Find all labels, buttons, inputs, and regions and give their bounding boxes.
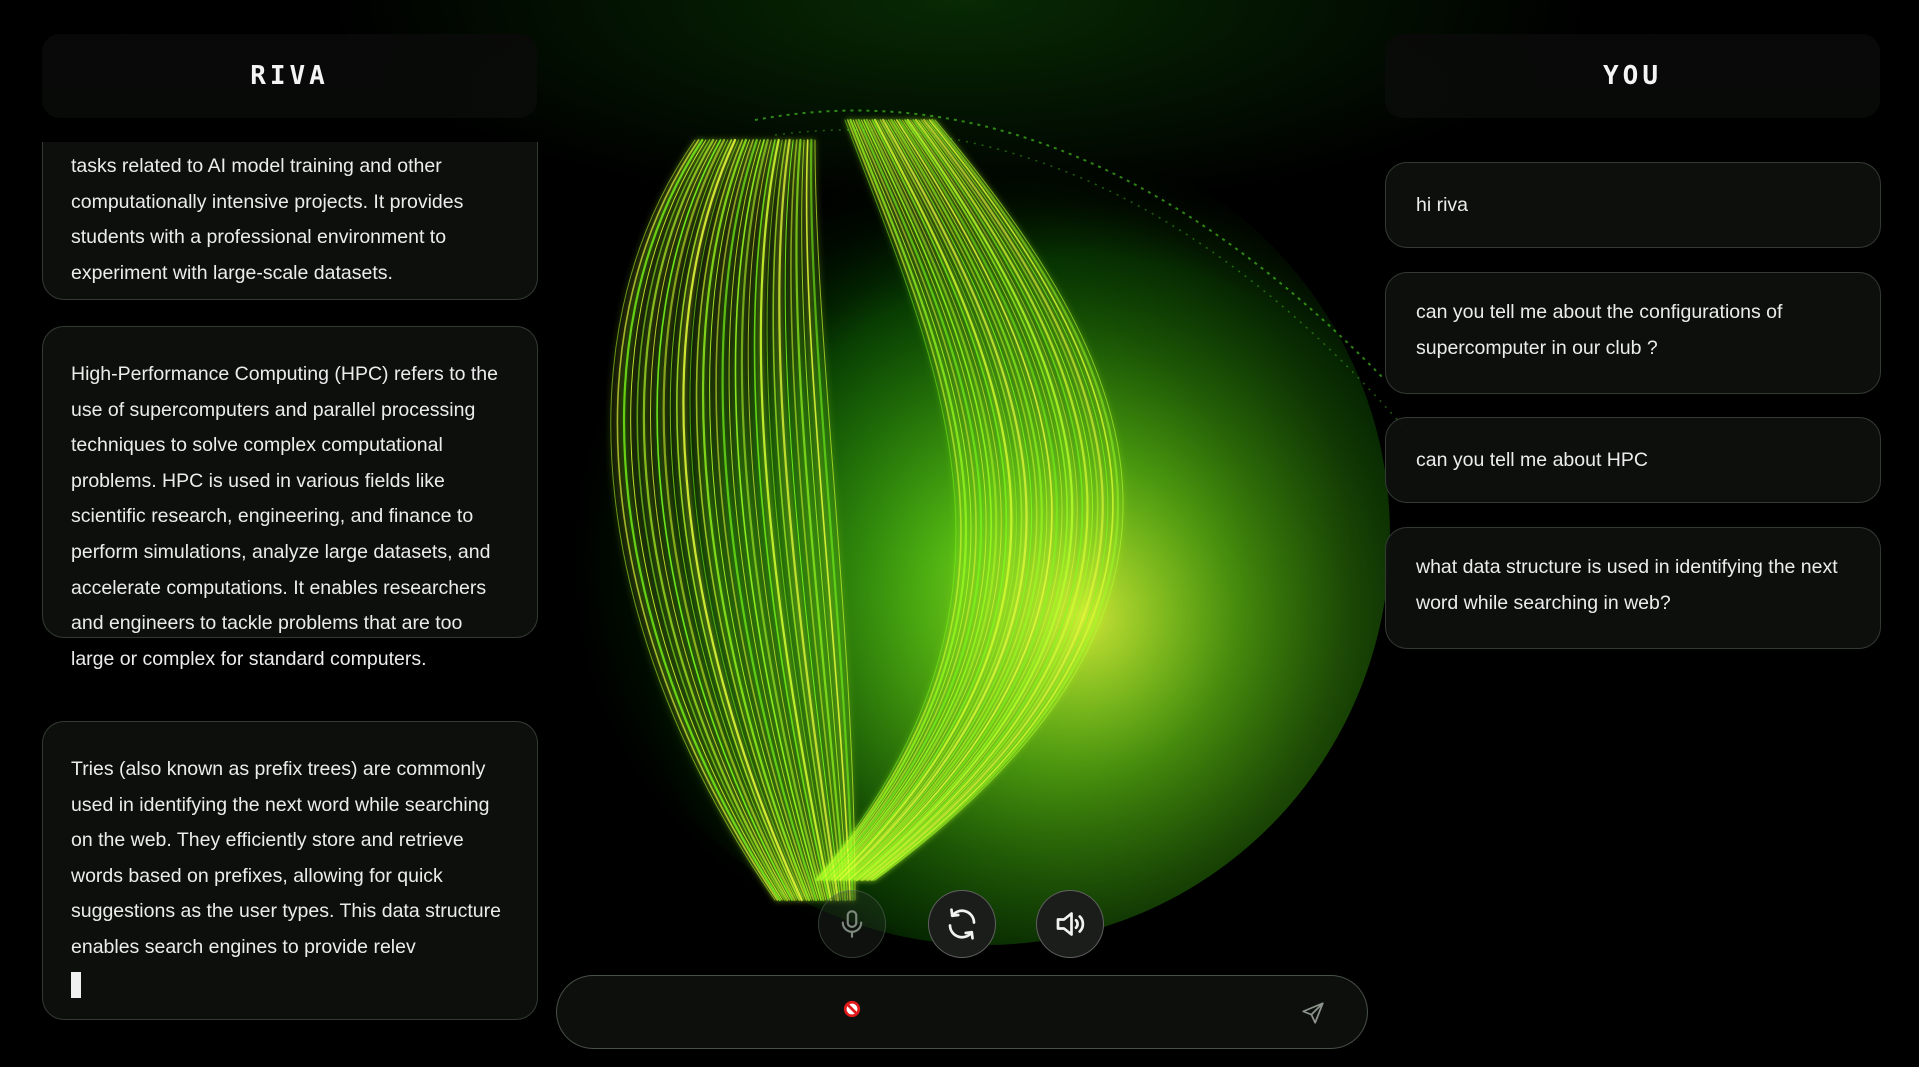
message-input[interactable] xyxy=(587,988,1271,1038)
assistant-message-streaming: Tries (also known as prefix trees) are c… xyxy=(42,721,538,1020)
user-message: can you tell me about HPC xyxy=(1385,417,1881,503)
speaker-button[interactable] xyxy=(1036,890,1104,958)
not-allowed-icon xyxy=(843,1000,861,1018)
voice-controls xyxy=(818,890,1108,962)
voice-orb-visualizer xyxy=(580,109,1415,945)
microphone-icon xyxy=(841,910,863,938)
user-message: what data structure is used in identifyi… xyxy=(1385,527,1881,649)
assistant-panel-title: RIVA xyxy=(42,34,537,118)
microphone-button[interactable] xyxy=(818,890,886,958)
speaker-icon xyxy=(1056,912,1085,936)
user-panel-title: YOU xyxy=(1385,34,1880,118)
assistant-message: tasks related to AI model training and o… xyxy=(42,142,538,300)
user-message: hi riva xyxy=(1385,162,1881,248)
send-icon xyxy=(1302,1002,1324,1024)
user-message-text: can you tell me about the configurations… xyxy=(1416,301,1783,359)
message-input-bar xyxy=(556,975,1368,1049)
send-button[interactable] xyxy=(1293,993,1333,1033)
assistant-message-list[interactable]: tasks related to AI model training and o… xyxy=(42,142,538,1022)
assistant-message: High-Performance Computing (HPC) refers … xyxy=(42,326,538,670)
refresh-icon xyxy=(948,908,976,940)
typing-cursor xyxy=(71,971,81,998)
assistant-message-text: High-Performance Computing (HPC) refers … xyxy=(71,363,498,670)
user-message: can you tell me about the configurations… xyxy=(1385,272,1881,394)
assistant-message-text: Tries (also known as prefix trees) are c… xyxy=(71,758,501,958)
user-message-text: what data structure is used in identifyi… xyxy=(1416,556,1838,614)
user-message-text: can you tell me about HPC xyxy=(1416,449,1648,471)
assistant-message-text: tasks related to AI model training and o… xyxy=(71,155,464,284)
refresh-button[interactable] xyxy=(928,890,996,958)
user-message-text: hi riva xyxy=(1416,194,1469,216)
